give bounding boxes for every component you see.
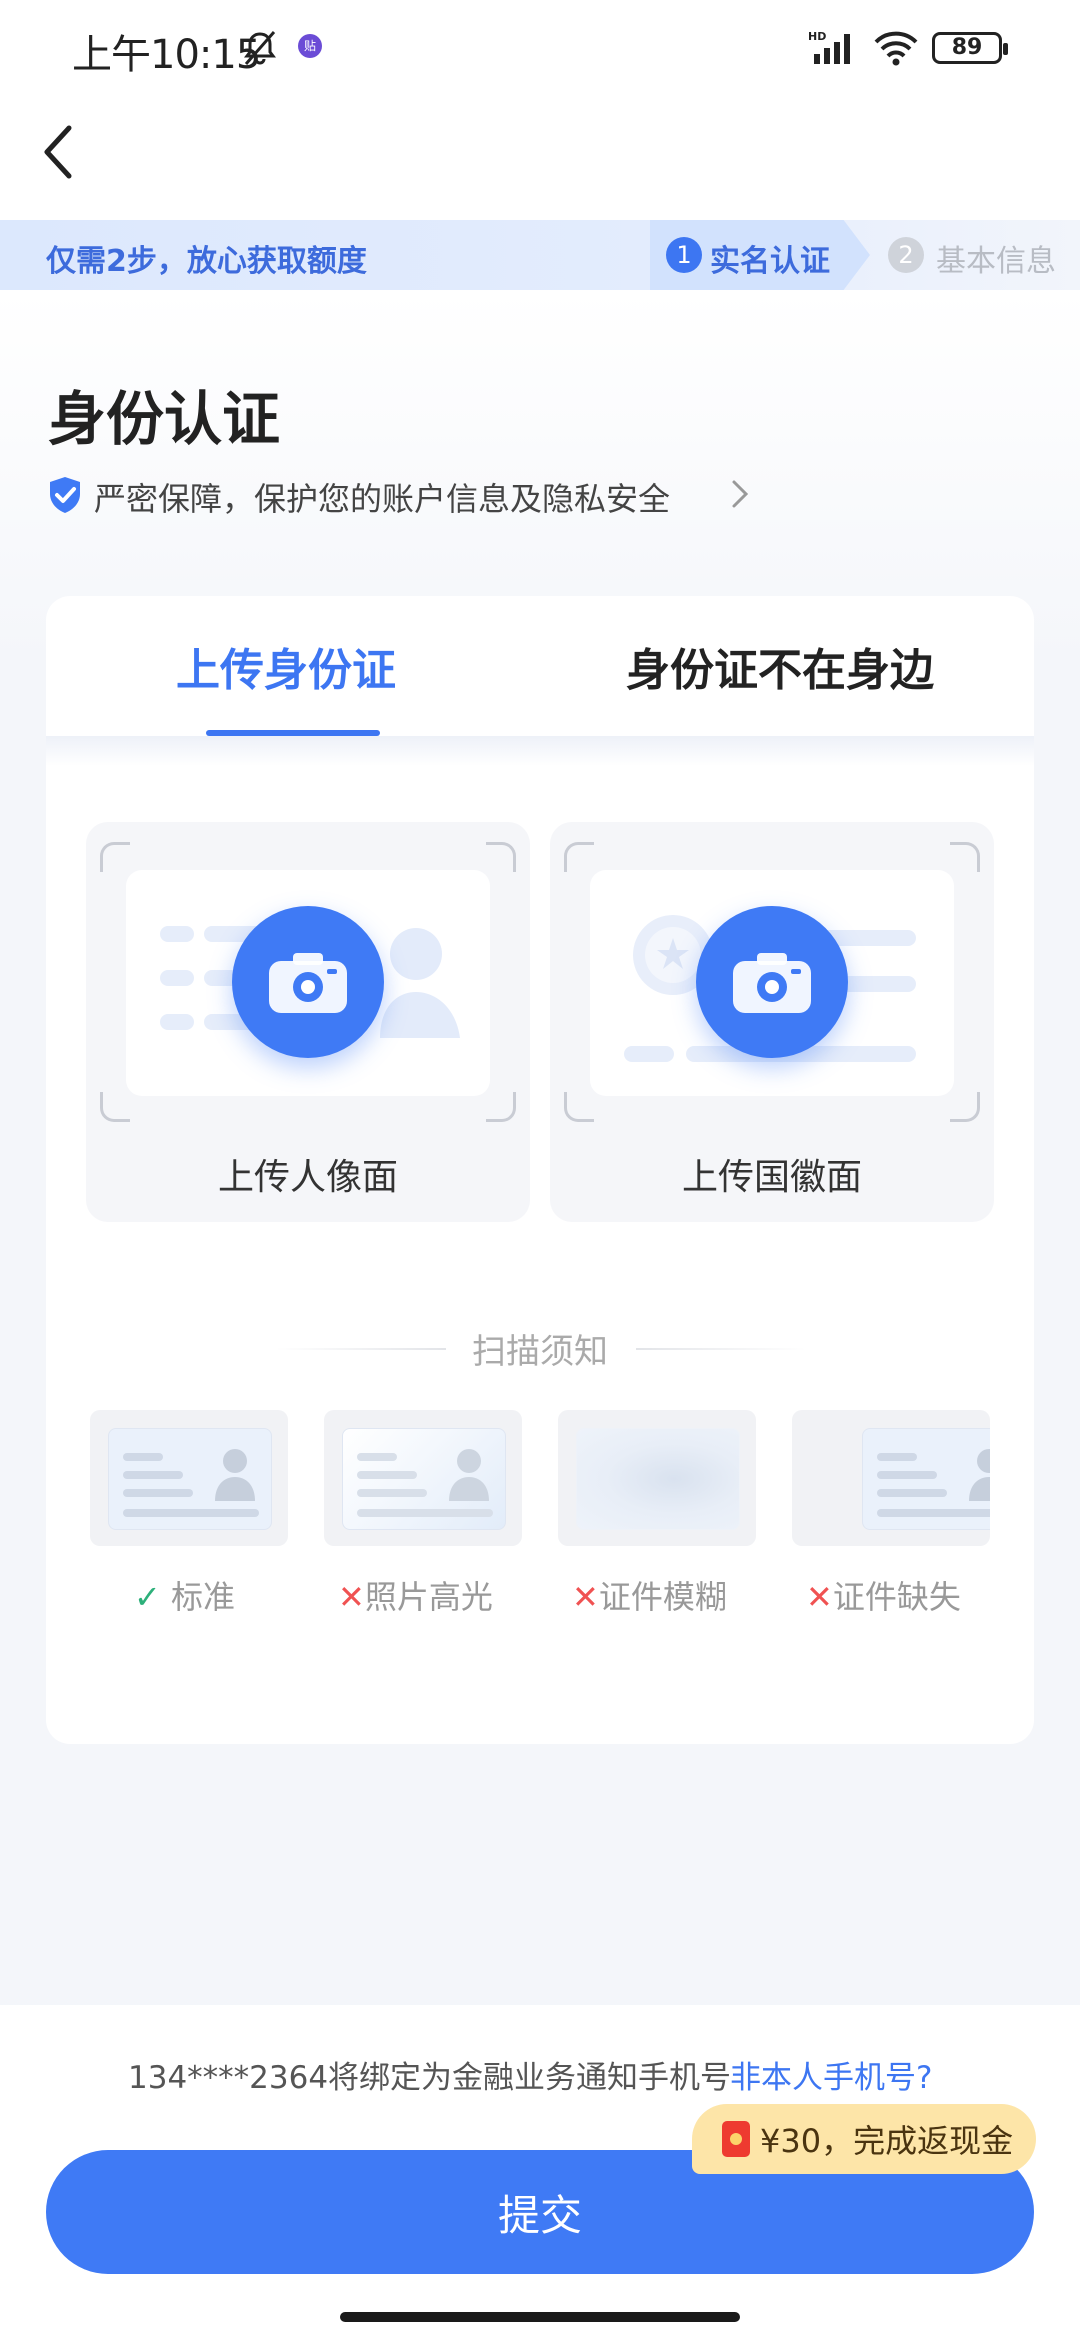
step-1-label: 实名认证 [710, 244, 830, 279]
tab-id-not-with-me[interactable]: 身份证不在身边 [626, 634, 934, 698]
wifi-icon [874, 31, 918, 66]
scan-notice-title: 扫描须知 [472, 1332, 608, 1372]
back-button[interactable] [30, 112, 86, 192]
shield-check-icon [50, 477, 80, 513]
scan-corner [100, 842, 130, 872]
divider-right [636, 1348, 806, 1350]
cashback-text: ¥30，完成返现金 [760, 2122, 1014, 2160]
scan-corner [950, 1092, 980, 1122]
status-time: 上午10:15 [72, 32, 261, 78]
camera-icon [269, 953, 347, 1013]
security-note[interactable]: 严密保障，保护您的账户信息及隐私安全 [94, 474, 670, 520]
notification-app-icon: 贴 [298, 34, 322, 58]
check-icon: ✓ [134, 1578, 161, 1616]
cross-icon: ✕ [338, 1578, 365, 1616]
step-2-label: 基本信息 [936, 244, 1056, 279]
upload-back-tile[interactable]: 上传国徽面 [550, 822, 994, 1222]
step-1-number: 1 [666, 237, 702, 273]
cross-icon: ✕ [806, 1578, 833, 1616]
scan-corner [564, 842, 594, 872]
upload-back-label: 上传国徽面 [681, 1157, 862, 1198]
camera-button[interactable] [232, 906, 384, 1058]
sample-glare [324, 1410, 522, 1546]
battery-icon: 89 [932, 32, 1008, 64]
signal-icon: HD [808, 30, 850, 64]
chevron-right-icon[interactable] [730, 478, 750, 510]
tab-divider-shadow [46, 736, 1034, 766]
upload-front-tile[interactable]: 上传人像面 [86, 822, 530, 1222]
banner-slogan: 仅需2步，放心获取额度 [46, 244, 367, 279]
camera-button[interactable] [696, 906, 848, 1058]
sample-label-missing: ✕证件缺失 [806, 1578, 961, 1616]
chevron-left-icon [44, 125, 72, 179]
sample-blurry [558, 1410, 756, 1546]
scan-corner [486, 1092, 516, 1122]
camera-icon [733, 953, 811, 1013]
divider-left [276, 1348, 446, 1350]
portrait-icon [380, 928, 460, 1038]
cross-icon: ✕ [572, 1578, 599, 1616]
cashback-badge: ¥30，完成返现金 [692, 2104, 1036, 2174]
not-my-phone-link[interactable]: 非本人手机号? [730, 2052, 932, 2097]
home-indicator[interactable] [340, 2312, 740, 2322]
scan-corner [100, 1092, 130, 1122]
upload-front-label: 上传人像面 [217, 1157, 398, 1198]
sample-standard [90, 1410, 288, 1546]
scan-corner [564, 1092, 594, 1122]
red-packet-icon [722, 2121, 750, 2157]
bell-muted-icon [244, 31, 276, 65]
nav-bar [0, 100, 1080, 220]
tab-upload-id[interactable]: 上传身份证 [176, 634, 396, 698]
svg-text:HD: HD [808, 30, 826, 43]
scan-corner [486, 842, 516, 872]
scan-corner [950, 842, 980, 872]
sample-label-glare: ✕照片高光 [338, 1578, 493, 1616]
page-title: 身份认证 [48, 385, 281, 453]
step-2-number: 2 [888, 237, 924, 273]
sample-label-blurry: ✕证件模糊 [572, 1578, 727, 1616]
sample-missing [792, 1410, 990, 1546]
sample-label-standard: ✓ 标准 [134, 1578, 235, 1616]
phone-binding-text: 134****2364将绑定为金融业务通知手机号 [128, 2060, 732, 2096]
